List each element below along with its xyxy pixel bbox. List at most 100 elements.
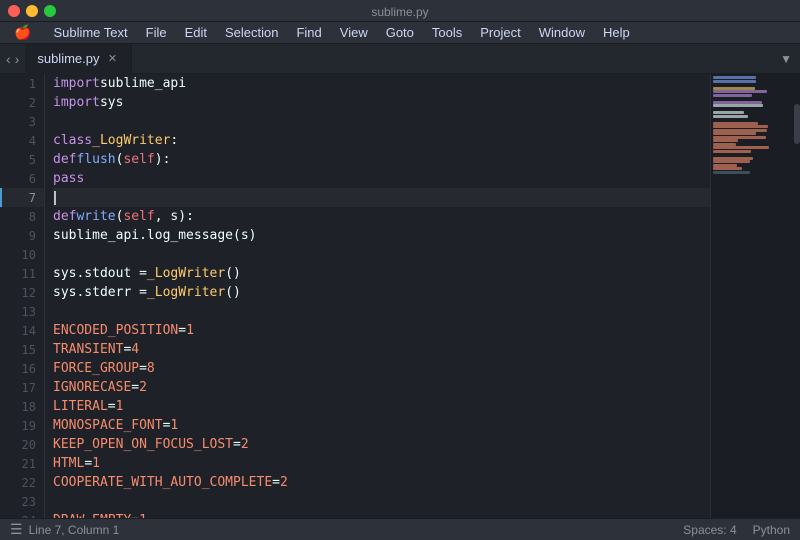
code-line-17[interactable]: IGNORECASE = 2 (53, 378, 710, 397)
token: 2 (139, 380, 147, 395)
token: = (233, 437, 241, 452)
line-number-3: 3 (0, 112, 44, 131)
token: 1 (92, 456, 100, 471)
token: _LogWriter (147, 266, 225, 281)
token: = (163, 418, 171, 433)
line-number-9: 9 (0, 226, 44, 245)
code-line-12[interactable]: sys.stderr = _LogWriter() (53, 283, 710, 302)
nav-arrows: ‹ › (0, 51, 25, 67)
token: 1 (186, 323, 194, 338)
minimap-line (713, 90, 767, 93)
token: TRANSIENT (53, 342, 123, 357)
menu-sublime-text[interactable]: Sublime Text (45, 23, 135, 42)
code-line-2[interactable]: import sys (53, 93, 710, 112)
tab-sublime-py[interactable]: sublime.py ✕ (25, 44, 132, 74)
code-line-7[interactable] (53, 188, 710, 207)
token: DRAW_EMPTY (53, 513, 131, 518)
maximize-button[interactable] (44, 5, 56, 17)
tab-label: sublime.py (37, 51, 99, 66)
token: sublime_api.log_message(s) (53, 228, 257, 243)
code-line-4[interactable]: class _LogWriter: (53, 131, 710, 150)
minimize-button[interactable] (26, 5, 38, 17)
menu-edit[interactable]: Edit (177, 23, 215, 42)
code-line-3[interactable] (53, 112, 710, 131)
token: KEEP_OPEN_ON_FOCUS_LOST (53, 437, 233, 452)
token: pass (53, 171, 84, 186)
token: 2 (241, 437, 249, 452)
line-number-21: 21 (0, 454, 44, 473)
code-line-10[interactable] (53, 245, 710, 264)
menu-tools[interactable]: Tools (424, 23, 470, 42)
code-line-19[interactable]: MONOSPACE_FONT = 1 (53, 416, 710, 435)
code-line-14[interactable]: ENCODED_POSITION = 1 (53, 321, 710, 340)
menu-view[interactable]: View (332, 23, 376, 42)
tab-close-button[interactable]: ✕ (105, 52, 119, 66)
scrollbar-thumb[interactable] (794, 104, 800, 144)
code-line-21[interactable]: HTML = 1 (53, 454, 710, 473)
token: ( (116, 152, 124, 167)
line-number-24: 24 (0, 511, 44, 518)
menu-selection[interactable]: Selection (217, 23, 286, 42)
menu-file[interactable]: File (138, 23, 175, 42)
language-selector[interactable]: Python (753, 523, 790, 537)
token: 2 (280, 475, 288, 490)
nav-back[interactable]: ‹ (6, 51, 11, 67)
code-line-23[interactable] (53, 492, 710, 511)
minimap-line (713, 111, 744, 114)
code-line-1[interactable]: import sublime_api (53, 74, 710, 93)
tab-bar: ‹ › sublime.py ✕ ▼ (0, 44, 800, 74)
minimap-toggle[interactable]: ▼ (772, 52, 800, 66)
minimap[interactable] (710, 74, 800, 518)
token: MONOSPACE_FONT (53, 418, 163, 433)
token: = (108, 399, 116, 414)
line-number-8: 8 (0, 207, 44, 226)
line-number-1: 1 (0, 74, 44, 93)
token: import (53, 95, 100, 110)
status-menu-icon[interactable]: ☰ (10, 521, 23, 538)
line-number-18: 18 (0, 397, 44, 416)
scrollbar-vertical[interactable] (794, 74, 800, 518)
code-line-13[interactable] (53, 302, 710, 321)
menu-help[interactable]: Help (595, 23, 638, 42)
code-line-15[interactable]: TRANSIENT = 4 (53, 340, 710, 359)
token: = (123, 342, 131, 357)
nav-forward[interactable]: › (15, 51, 20, 67)
code-line-6[interactable]: pass (53, 169, 710, 188)
menu-project[interactable]: Project (472, 23, 528, 42)
line-number-15: 15 (0, 340, 44, 359)
minimap-line (713, 104, 763, 107)
code-line-8[interactable]: def write(self, s): (53, 207, 710, 226)
token: () (225, 285, 241, 300)
code-line-20[interactable]: KEEP_OPEN_ON_FOCUS_LOST = 2 (53, 435, 710, 454)
close-button[interactable] (8, 5, 20, 17)
minimap-line (713, 146, 769, 149)
minimap-line (713, 132, 756, 135)
line-number-2: 2 (0, 93, 44, 112)
minimap-line (713, 160, 750, 163)
line-number-20: 20 (0, 435, 44, 454)
token: self (123, 152, 154, 167)
code-line-24[interactable]: DRAW_EMPTY = 1 (53, 511, 710, 518)
menu-find[interactable]: Find (288, 23, 329, 42)
token: flush (76, 152, 115, 167)
code-line-16[interactable]: FORCE_GROUP = 8 (53, 359, 710, 378)
code-line-9[interactable]: sublime_api.log_message(s) (53, 226, 710, 245)
token: FORCE_GROUP (53, 361, 139, 376)
token: = (131, 513, 139, 518)
token: _LogWriter (147, 285, 225, 300)
token: = (84, 456, 92, 471)
indentation-info[interactable]: Spaces: 4 (683, 523, 736, 537)
token: = (272, 475, 280, 490)
code-line-22[interactable]: COOPERATE_WITH_AUTO_COMPLETE = 2 (53, 473, 710, 492)
menu-goto[interactable]: Goto (378, 23, 422, 42)
code-editor[interactable]: import sublime_apiimport sys class _LogWr… (45, 74, 710, 518)
line-number-16: 16 (0, 359, 44, 378)
menu-window[interactable]: Window (531, 23, 593, 42)
minimap-line (713, 97, 798, 100)
code-line-11[interactable]: sys.stdout = _LogWriter() (53, 264, 710, 283)
token: ): (155, 152, 171, 167)
line-number-13: 13 (0, 302, 44, 321)
code-line-18[interactable]: LITERAL = 1 (53, 397, 710, 416)
code-line-5[interactable]: def flush(self): (53, 150, 710, 169)
apple-menu[interactable]: 🍎 (6, 22, 39, 43)
